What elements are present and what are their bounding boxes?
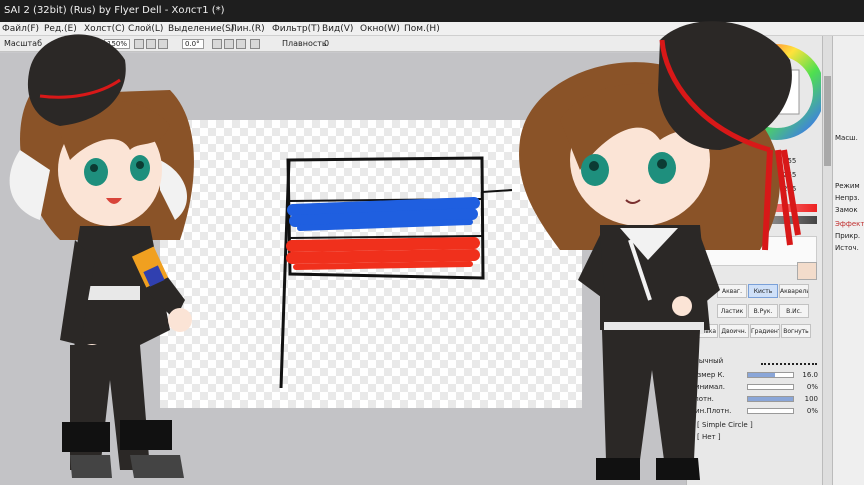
character-overlay	[9, 21, 801, 480]
left-character	[9, 34, 194, 478]
right-character	[519, 21, 801, 480]
